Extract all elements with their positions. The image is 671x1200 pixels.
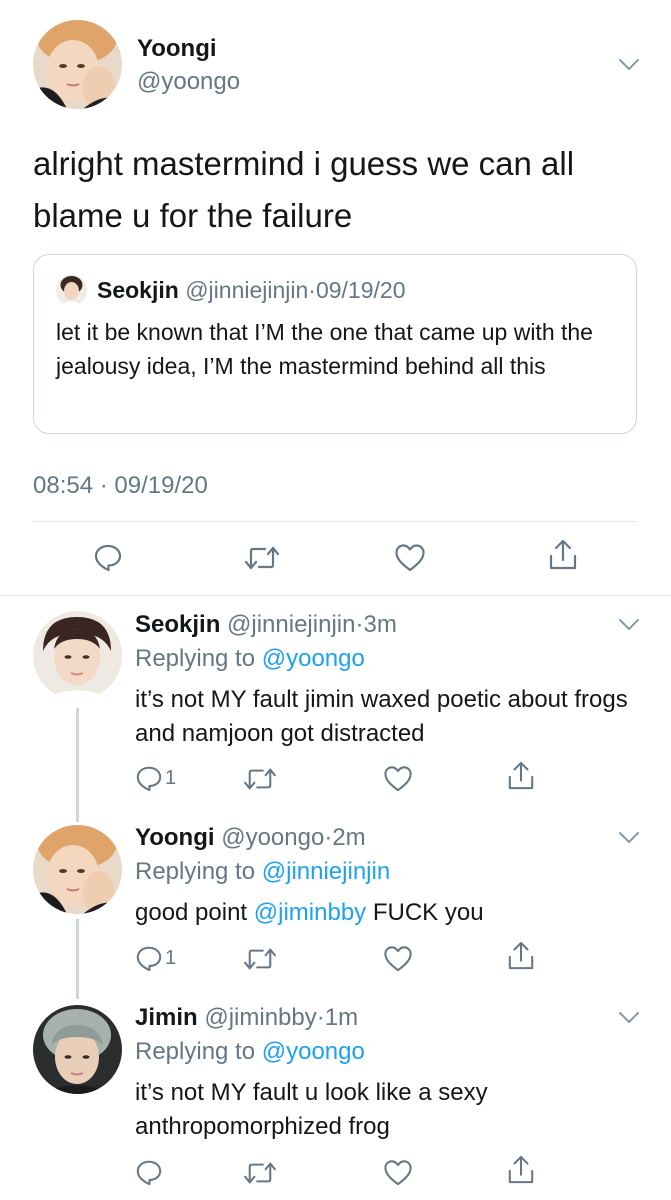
tweet-timestamp: 08:54 · 09/19/20 [33,472,208,499]
avatar[interactable] [33,611,122,700]
heart-icon [384,766,412,792]
quoted-tweet[interactable]: Seokjin @jinniejinjin·09/19/20 let it be… [33,254,637,434]
reply-button[interactable] [135,1155,163,1189]
like-button[interactable] [394,541,426,575]
retweet-icon [244,1162,276,1184]
share-icon [549,539,577,570]
share-button[interactable] [548,538,578,572]
tweet-text: alright mastermind i guess we can all bl… [33,145,575,234]
replying-to-label: Replying to [135,858,256,885]
quoted-tweet-meta: Seokjin @jinniejinjin·09/19/20 [97,275,405,306]
author-avatar[interactable] [33,20,122,109]
like-button[interactable] [383,942,413,976]
retweet-icon [244,546,280,570]
quoted-tweet-date: 09/19/20 [315,277,406,303]
share-icon [508,1155,534,1184]
thread-line [76,919,79,999]
chevron-down-icon[interactable] [618,1011,640,1025]
reply-button[interactable] [93,540,123,574]
replying-to-link[interactable]: @yoongo [262,1038,365,1065]
reply-icon [136,1160,162,1186]
reply-icon [136,946,162,972]
reply-author-handle[interactable]: @jiminbby [204,1004,316,1031]
share-icon [508,941,534,970]
share-button[interactable] [507,759,535,793]
replying-to-link[interactable]: @jinniejinjin [262,858,390,885]
author-handle[interactable]: @yoongo [137,68,240,96]
heart-icon [384,946,412,972]
retweet-button[interactable] [244,541,280,575]
quoted-author-name: Seokjin [97,277,179,303]
reply-author-name[interactable]: Jimin [135,1004,198,1031]
author-name[interactable]: Yoongi [137,35,217,63]
replying-to-link[interactable]: @yoongo [262,645,365,672]
heart-icon [384,1160,412,1186]
retweet-icon [244,768,276,790]
reply-text: it’s not MY fault jimin waxed poetic abo… [135,686,628,747]
replying-to-label: Replying to [135,645,256,672]
chevron-down-icon[interactable] [618,618,640,632]
like-button[interactable] [383,762,413,796]
replying-to: Replying to @yoongo [135,1037,365,1067]
reply-author-handle[interactable]: @jinniejinjin [227,611,355,638]
avatar[interactable] [33,825,122,914]
retweet-button[interactable] [243,762,277,796]
reply-count: 1 [165,946,177,969]
reply-text-start: good point [135,899,248,926]
reply-text: it’s not MY fault u look like a sexy ant… [135,1079,488,1140]
separator-dot: · [308,277,316,303]
reply-text-end: FUCK you [372,899,484,926]
quoted-tweet-text: let it be known that I’M the one that ca… [56,319,593,379]
reply-text: good point @jiminbby FUCK you [135,896,635,930]
reply-icon [136,766,162,792]
reply-author-name[interactable]: Yoongi [135,824,215,851]
share-button[interactable] [507,939,535,973]
reply-time: 2m [332,824,366,851]
chevron-down-icon[interactable] [618,831,640,845]
reply-meta: Seokjin @jinniejinjin·3m [135,610,397,640]
reply-button[interactable]: 1 [135,761,176,795]
reply-author-name[interactable]: Seokjin [135,611,220,638]
reply-icon [94,544,122,572]
reply-time: 1m [324,1004,359,1031]
heart-icon [395,544,425,572]
share-icon [508,761,534,790]
share-button[interactable] [507,1153,535,1187]
mention-link[interactable]: @jiminbby [254,899,366,926]
reply-author-handle[interactable]: @yoongo [221,824,324,851]
replying-to: Replying to @yoongo [135,644,365,674]
chevron-down-icon[interactable] [618,58,640,72]
avatar[interactable] [33,1005,122,1094]
like-button[interactable] [383,1156,413,1190]
retweet-icon [244,948,276,970]
quoted-author-handle: @jinniejinjin [185,277,309,303]
reply-time: 3m [363,611,397,638]
reply-count: 1 [165,766,177,789]
retweet-button[interactable] [243,942,277,976]
reply-meta: Jimin @jiminbby·1m [135,1003,358,1033]
reply-button[interactable]: 1 [135,941,176,975]
reply-meta: Yoongi @yoongo·2m [135,823,366,853]
replying-to-label: Replying to [135,1038,256,1065]
divider [33,521,638,522]
quoted-author-avatar [56,275,87,306]
thread-line [76,708,79,822]
retweet-button[interactable] [243,1156,277,1190]
main-tweet: Yoongi @yoongo alright mastermind i gues… [0,0,671,596]
separator-dot: · [316,1004,325,1031]
replying-to: Replying to @jinniejinjin [135,857,390,887]
